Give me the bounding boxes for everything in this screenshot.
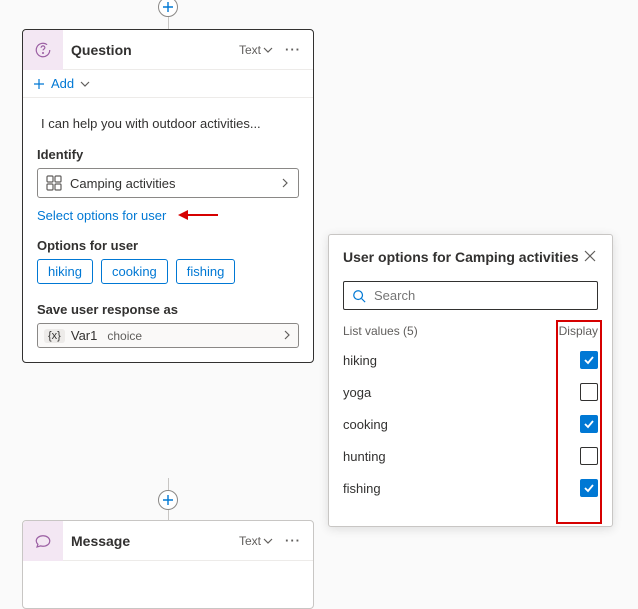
list-item: hiking: [343, 344, 598, 376]
display-checkbox[interactable]: [580, 447, 598, 465]
plus-icon: [33, 78, 45, 90]
message-card: Message Text ···: [22, 520, 314, 609]
more-menu[interactable]: ···: [281, 42, 305, 57]
options-for-user-label: Options for user: [37, 238, 299, 253]
list-item: fishing: [343, 472, 598, 504]
chevron-down-icon: [263, 536, 273, 546]
list-item: yoga: [343, 376, 598, 408]
search-input[interactable]: [372, 287, 589, 304]
option-chip[interactable]: cooking: [101, 259, 168, 284]
options-list: hiking yoga cooking hunting fishing: [343, 344, 598, 504]
message-body-preview[interactable]: [37, 575, 41, 590]
plus-icon: [163, 2, 173, 12]
add-node-middle[interactable]: [158, 490, 178, 510]
display-column-label: Display: [559, 324, 598, 338]
variable-type: choice: [107, 329, 142, 343]
user-options-panel: User options for Camping activities List…: [328, 234, 613, 527]
response-type-dropdown[interactable]: Text: [239, 43, 273, 57]
close-icon: [584, 250, 596, 262]
plus-icon: [163, 495, 173, 505]
display-checkbox[interactable]: [580, 479, 598, 497]
display-checkbox[interactable]: [580, 415, 598, 433]
identify-label: Identify: [37, 147, 299, 162]
card-title: Question: [71, 42, 231, 58]
option-chip[interactable]: fishing: [176, 259, 236, 284]
entity-name: Camping activities: [70, 176, 176, 191]
add-node-top[interactable]: [158, 0, 178, 17]
message-icon: [23, 521, 63, 561]
display-checkbox[interactable]: [580, 351, 598, 369]
question-prompt[interactable]: I can help you with outdoor activities..…: [41, 116, 299, 131]
list-item-label: hiking: [343, 353, 580, 368]
search-icon: [352, 289, 366, 303]
add-element-button[interactable]: Add: [23, 70, 313, 98]
annotation-arrow: [178, 209, 218, 224]
card-title: Message: [71, 533, 231, 549]
response-type-dropdown[interactable]: Text: [239, 534, 273, 548]
more-menu[interactable]: ···: [281, 533, 305, 548]
option-chip[interactable]: hiking: [37, 259, 93, 284]
card-header: Message Text ···: [23, 521, 313, 561]
question-icon: [23, 30, 63, 70]
list-item: hunting: [343, 440, 598, 472]
identify-entity-select[interactable]: Camping activities: [37, 168, 299, 198]
save-response-label: Save user response as: [37, 302, 299, 317]
question-card: Question Text ··· Add I can help you wit…: [22, 29, 314, 363]
search-input-wrapper[interactable]: [343, 281, 598, 310]
list-item-label: fishing: [343, 481, 580, 496]
panel-title: User options for Camping activities: [343, 249, 582, 265]
variable-name: Var1: [71, 328, 98, 343]
card-header: Question Text ···: [23, 30, 313, 70]
response-type-label: Text: [239, 534, 261, 548]
chevron-right-icon: [282, 328, 292, 343]
list-item-label: cooking: [343, 417, 580, 432]
list-item-label: hunting: [343, 449, 580, 464]
variable-select[interactable]: {x} Var1 choice: [37, 323, 299, 348]
user-option-chips: hiking cooking fishing: [37, 259, 299, 284]
entity-icon: [46, 175, 62, 191]
close-button[interactable]: [582, 247, 598, 267]
chevron-right-icon: [280, 176, 290, 191]
list-values-label: List values (5): [343, 324, 559, 338]
chevron-down-icon: [263, 45, 273, 55]
chevron-down-icon: [80, 79, 90, 89]
list-item-label: yoga: [343, 385, 580, 400]
select-options-link[interactable]: Select options for user: [37, 208, 166, 223]
list-item: cooking: [343, 408, 598, 440]
display-checkbox[interactable]: [580, 383, 598, 401]
response-type-label: Text: [239, 43, 261, 57]
variable-icon: {x}: [44, 329, 65, 343]
add-label: Add: [51, 76, 74, 91]
